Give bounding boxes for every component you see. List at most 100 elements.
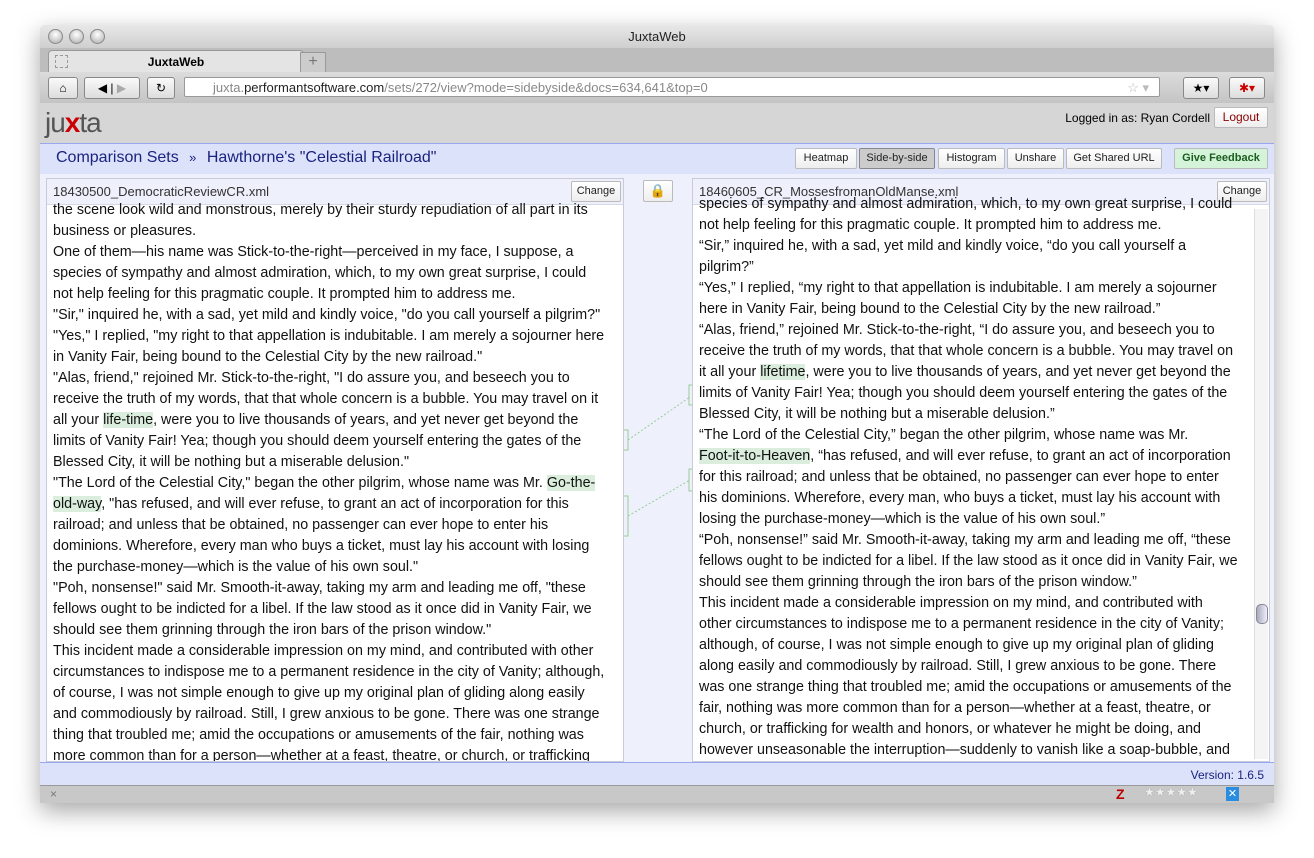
close-status-icon[interactable]: × — [50, 787, 57, 801]
url-path: /sets/272/view?mode=sidebyside&docs=634,… — [384, 80, 708, 95]
text-line: species of sympathy and almost admiratio… — [699, 196, 1233, 212]
text-line: "Poh, nonsense!" said Mr. Smooth-it-away… — [53, 580, 586, 596]
text-segment: all your — [53, 412, 104, 428]
logout-button[interactable]: Logout — [1214, 107, 1268, 128]
scrollbar-thumb[interactable] — [1256, 604, 1268, 624]
comparison-view: 18430500_DemocraticReviewCR.xml Change th… — [40, 174, 1274, 762]
text-line: fellows ought to be indicted for a libel… — [699, 553, 1238, 569]
variant-highlight[interactable]: Go-the- — [546, 475, 596, 491]
histogram-button[interactable]: Histogram — [938, 148, 1005, 169]
nav-bar: Comparison Sets » Hawthorne's "Celestial… — [40, 143, 1274, 175]
text-line: "Sir," inquired he, with a sad, yet mild… — [53, 307, 601, 323]
bookmarks-menu-icon[interactable]: ★▾ — [1183, 77, 1219, 99]
url-domain: performantsoftware.com — [244, 80, 385, 95]
give-feedback-button[interactable]: Give Feedback — [1174, 148, 1268, 169]
browser-tab[interactable]: JuxtaWeb — [48, 50, 304, 73]
text-line: fellows ought to be indicted for a libel… — [53, 601, 592, 617]
text-line: the scene look wild and monstrous, merel… — [53, 202, 588, 218]
text-line: should see them grinning through the iro… — [699, 574, 1137, 590]
variant-highlight[interactable]: lifetime — [760, 364, 806, 380]
extension-icon[interactable]: ✕ — [1226, 787, 1239, 801]
new-tab-button[interactable]: + — [300, 52, 326, 73]
text-line: dominions. Wherefore, every man who buys… — [53, 538, 590, 554]
connector-line — [627, 479, 691, 517]
text-line: limits of Vanity Fair! Yea; though you s… — [699, 385, 1228, 401]
text-line: not help feeling for this pragmatic coup… — [53, 286, 516, 302]
back-icon[interactable]: ◀ — [98, 81, 107, 95]
text-line: although, of course, I was not simple en… — [699, 637, 1215, 653]
text-line: and commodiously by railroad. Still, I g… — [53, 706, 600, 722]
text-line: of course, I was not simple enough to gi… — [53, 685, 585, 701]
variant-highlight[interactable]: life-time — [103, 412, 154, 428]
side-by-side-button[interactable]: Side-by-side — [859, 148, 935, 169]
text-line: it all your lifetime, were you to live t… — [699, 362, 1253, 383]
window-title: JuxtaWeb — [628, 29, 686, 44]
text-line: This incident made a considerable impres… — [699, 595, 1203, 611]
zotero-icon[interactable]: Z — [1116, 786, 1125, 802]
text-line: other circumstances to indispose me to a… — [699, 616, 1225, 632]
variant-highlight[interactable]: old-way — [53, 496, 102, 512]
text-line: the purchase-money—which is the value of… — [53, 559, 419, 575]
text-line: however unseasonable the interruption—su… — [699, 742, 1230, 758]
rating-stars-icon[interactable]: ★★★★★ — [1144, 785, 1198, 799]
unshare-button[interactable]: Unshare — [1007, 148, 1064, 169]
text-line: for this railroad; and unless that be ob… — [699, 469, 1219, 485]
bookmark-star-icon[interactable]: ☆ ▾ — [1127, 78, 1149, 98]
text-line: his dominions. Wherefore, every man, who… — [699, 490, 1221, 506]
text-line: "Alas, friend," rejoined Mr. Stick-to-th… — [53, 370, 570, 386]
right-document-panel: 18460605_CR_MossesfromanOldManse.xml Chan… — [692, 178, 1270, 762]
url-prefix: juxta. — [213, 80, 245, 95]
text-segment: "The Lord of the Celestial City," began … — [53, 475, 547, 491]
text-line: thing that troubled me; amid the occupat… — [53, 727, 584, 743]
app-header: juxta Logged in as: Ryan Cordell Logout — [40, 103, 1274, 143]
text-line: circumstances to indispose me to a perma… — [53, 664, 605, 680]
scrollbar[interactable] — [1254, 209, 1268, 759]
text-line: more common than for a person—whether at… — [53, 748, 590, 761]
text-line: along easily and commodiously by railroa… — [699, 658, 1217, 674]
juxta-logo: juxta — [45, 107, 102, 138]
text-line: not help feeling for this pragmatic coup… — [699, 217, 1162, 233]
browser-toolbar: ⌂ ◀ | ▶ ↻ juxta.performantsoftware.com/s… — [40, 72, 1274, 104]
text-line: “The Lord of the Celestial City,” began … — [699, 427, 1189, 443]
close-window-button[interactable] — [48, 29, 63, 44]
forward-icon[interactable]: ▶ — [117, 81, 126, 95]
text-segment: it all your — [699, 364, 761, 380]
text-line: railroad; and unless that be obtained, n… — [53, 517, 549, 533]
variant-highlight[interactable]: Foot-it-to-Heaven — [699, 448, 811, 464]
text-line: "Yes," I replied, "my right to that appe… — [53, 328, 605, 344]
text-line: limits of Vanity Fair! Yea; though you s… — [53, 433, 582, 449]
text-segment: , "has refused, and will ever refuse, to… — [101, 496, 569, 512]
breadcrumb-comparison-sets[interactable]: Comparison Sets — [56, 149, 179, 166]
text-line: losing the purchase-money—which is the v… — [699, 511, 1106, 527]
version-label: Version: 1.6.5 — [1190, 768, 1264, 782]
text-line: Foot-it-to-Heaven, “has refused, and wil… — [699, 446, 1253, 467]
reload-icon[interactable]: ↻ — [147, 77, 175, 99]
status-bar: × Z ★★★★★ ✕ — [40, 785, 1274, 803]
text-line: “Alas, friend,” rejoined Mr. Stick-to-th… — [699, 322, 1215, 338]
minimize-window-button[interactable] — [69, 29, 84, 44]
window-controls[interactable] — [48, 29, 105, 44]
back-forward-buttons[interactable]: ◀ | ▶ — [84, 77, 140, 99]
get-shared-url-button[interactable]: Get Shared URL — [1066, 148, 1162, 169]
text-line: “Poh, nonsense!” said Mr. Smooth-it-away… — [699, 532, 1231, 548]
connector-bracket-left — [624, 429, 629, 451]
text-line: was one strange thing that troubled me; … — [699, 679, 1232, 695]
text-line: “Yes,” I replied, “my right to that appe… — [699, 280, 1217, 296]
breadcrumb-set-name[interactable]: Hawthorne's "Celestial Railroad" — [207, 149, 437, 166]
zoom-window-button[interactable] — [90, 29, 105, 44]
text-line: This incident made a considerable impres… — [53, 643, 594, 659]
heatmap-button[interactable]: Heatmap — [795, 148, 857, 169]
footer: Version: 1.6.5 — [40, 762, 1274, 786]
text-line: receive the truth of my words, that that… — [53, 391, 599, 407]
breadcrumb: Comparison Sets » Hawthorne's "Celestial… — [56, 149, 436, 167]
text-line: species of sympathy and almost admiratio… — [53, 265, 587, 281]
text-line: here in Vanity Fair, being bound to the … — [699, 301, 1161, 317]
text-line: pilgrim?” — [699, 259, 754, 275]
left-change-button[interactable]: Change — [571, 181, 621, 202]
text-line: One of them—his name was Stick-to-the-ri… — [53, 244, 574, 260]
text-segment: , were you to live thousands of years, a… — [153, 412, 579, 428]
extension-menu-icon[interactable]: ✱▾ — [1229, 77, 1265, 99]
home-icon[interactable]: ⌂ — [48, 77, 78, 99]
address-bar[interactable]: juxta.performantsoftware.com/sets/272/vi… — [184, 77, 1160, 97]
browser-window: JuxtaWeb JuxtaWeb + ⌂ ◀ | ▶ ↻ juxta.perf… — [40, 25, 1274, 803]
